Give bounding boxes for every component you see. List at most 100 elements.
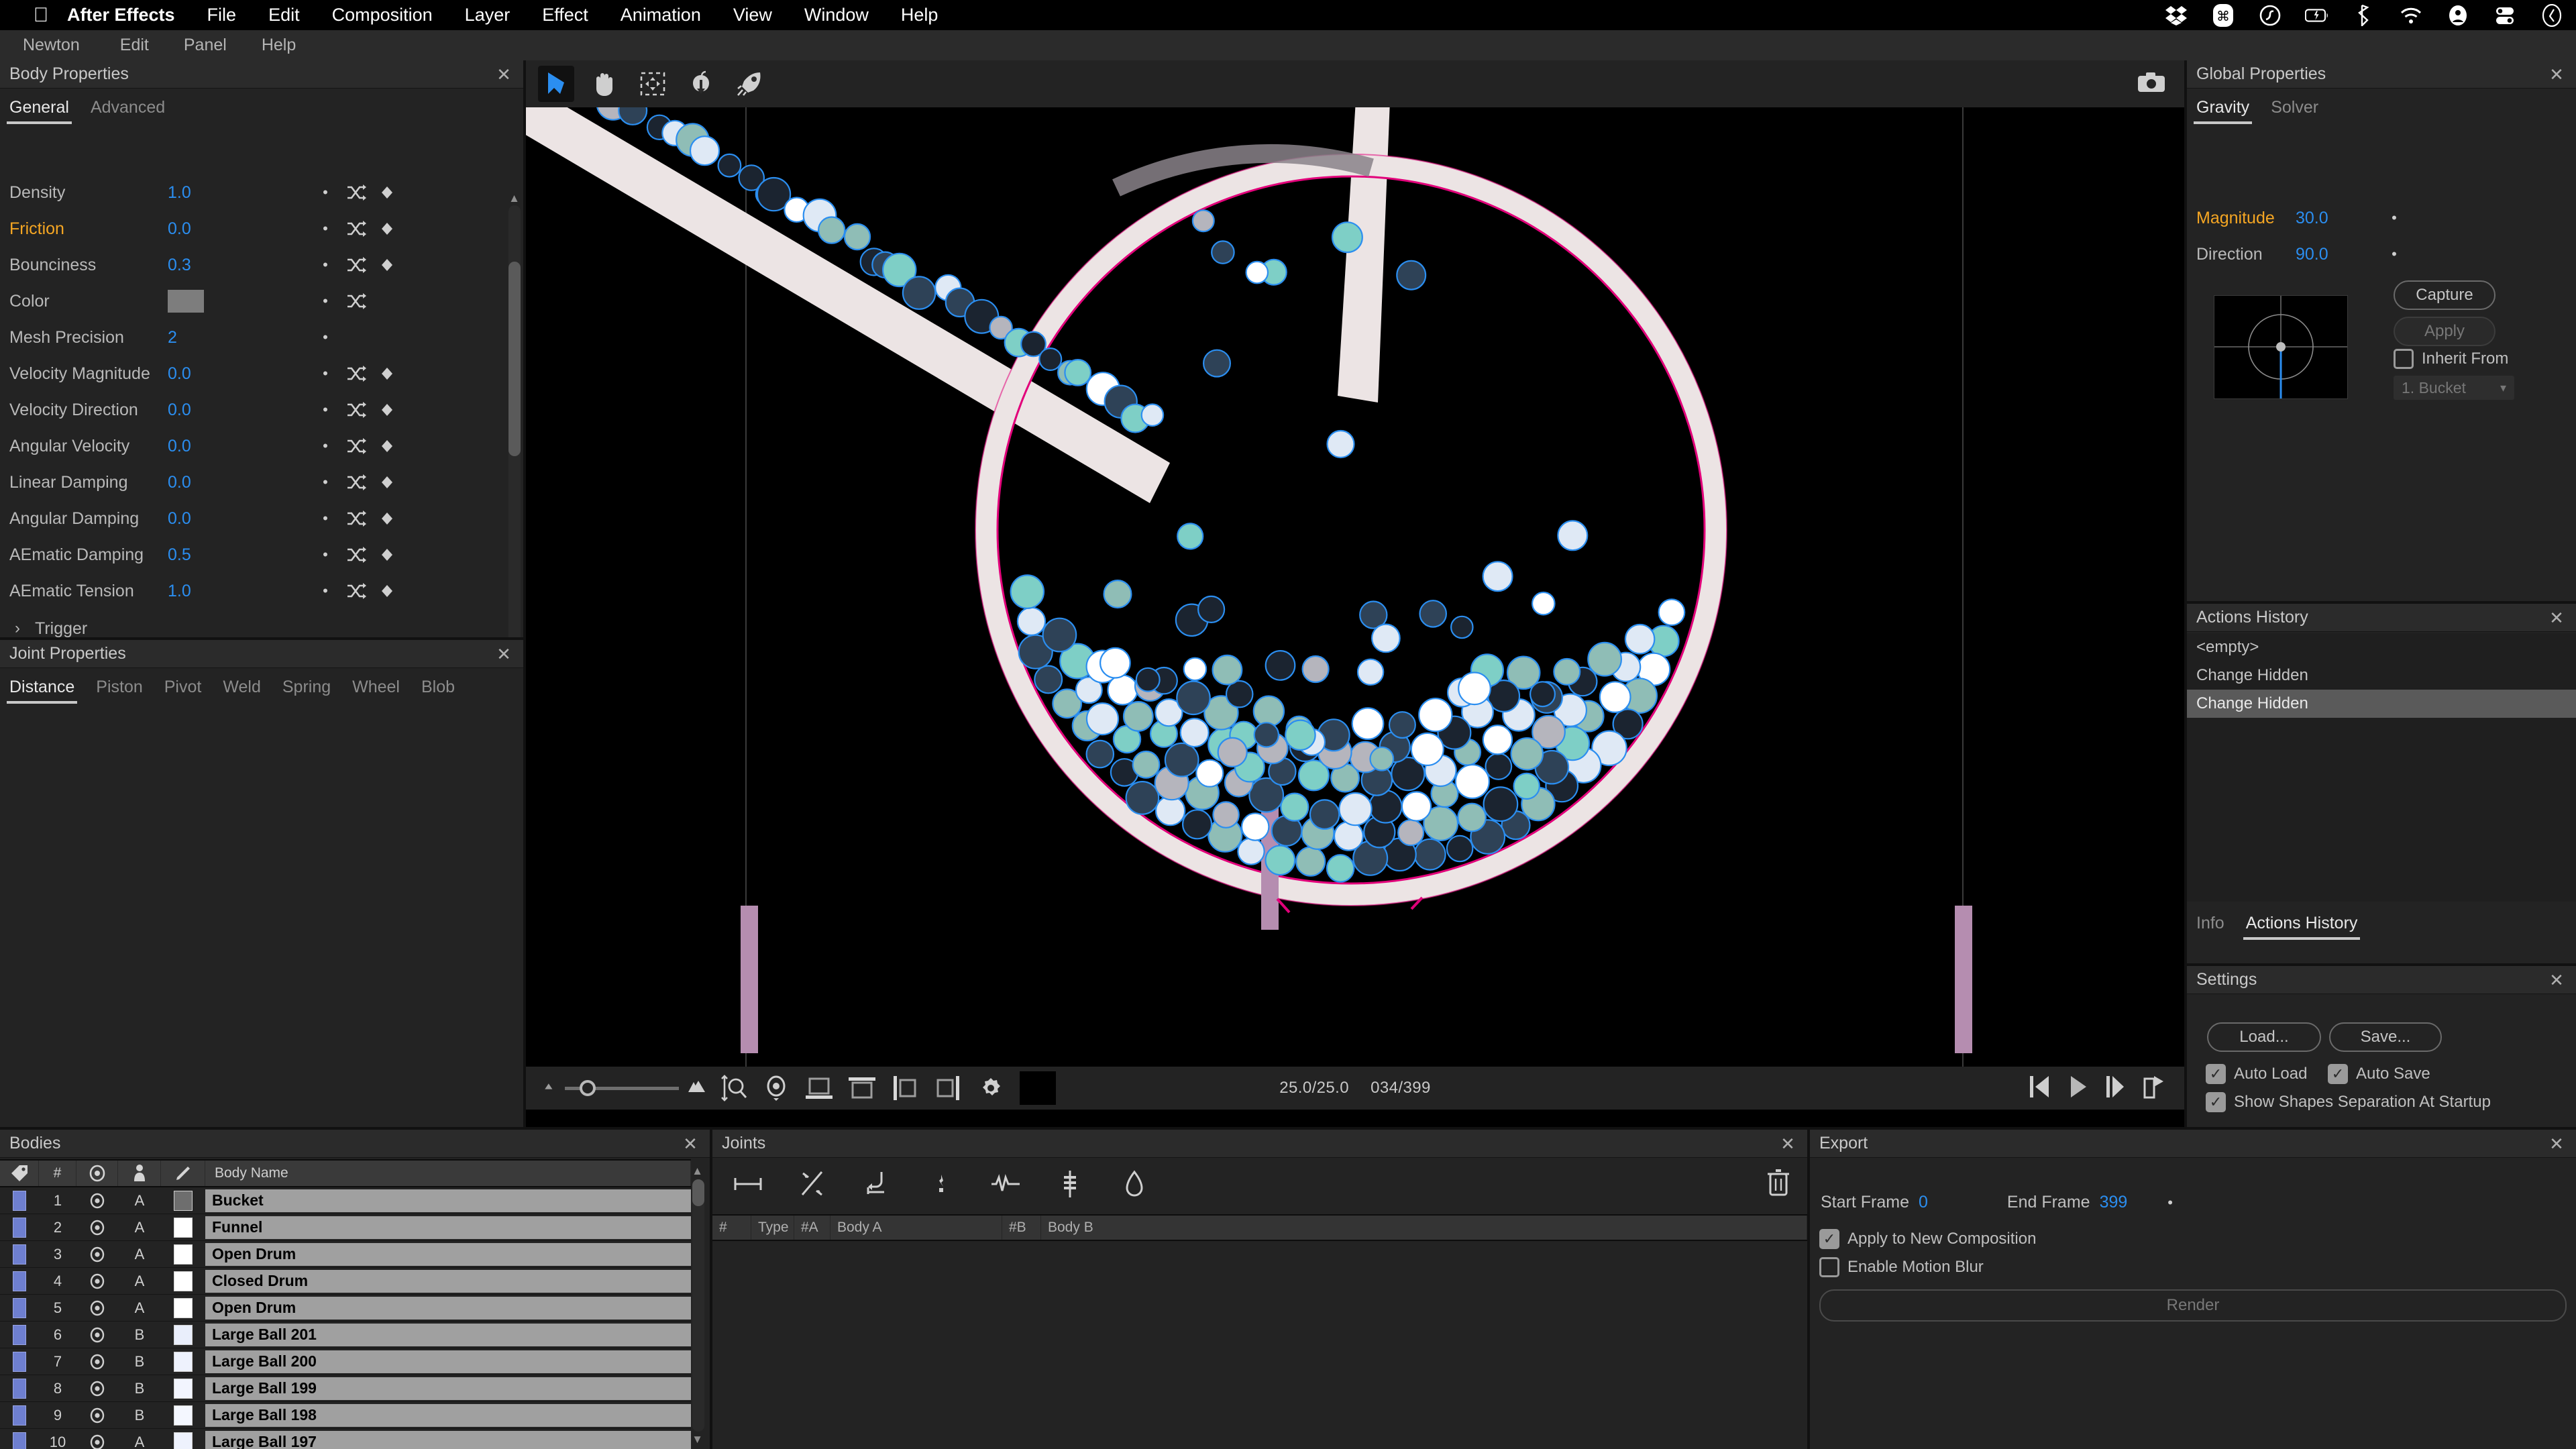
row-color-swatch[interactable] (161, 1295, 205, 1321)
camera-icon[interactable] (2137, 72, 2165, 97)
settings-gear-icon[interactable] (974, 1071, 1008, 1105)
expression-dot-icon[interactable]: • (2379, 209, 2410, 227)
simulated-ball[interactable] (1242, 813, 1269, 840)
simulated-ball[interactable] (1484, 787, 1518, 821)
keyframe-diamond-icon[interactable] (372, 222, 402, 235)
simulated-ball[interactable] (1514, 773, 1540, 799)
creative-cloud-icon[interactable] (2258, 3, 2282, 28)
simulation-viewport[interactable] (526, 107, 2184, 1067)
table-row[interactable]: 5AOpen Drum (0, 1295, 691, 1322)
row-body-type[interactable]: A (118, 1268, 161, 1294)
expression-dot-icon[interactable]: • (2379, 246, 2410, 263)
direction-value[interactable]: 90.0 (2296, 245, 2379, 264)
simulated-ball[interactable] (1483, 561, 1513, 591)
row-visibility-toggle[interactable] (76, 1429, 118, 1449)
simulated-ball[interactable] (1327, 855, 1354, 881)
command-key-icon[interactable]: ⌘ (2211, 3, 2235, 28)
simulated-ball[interactable] (845, 224, 870, 250)
row-body-name[interactable]: Funnel (205, 1216, 691, 1239)
zoom-out-icon[interactable] (542, 1081, 557, 1096)
table-row[interactable]: 10ALarge Ball 197 (0, 1429, 691, 1449)
keyframe-diamond-icon[interactable] (372, 403, 402, 417)
property-value[interactable]: 0.0 (168, 509, 310, 529)
row-visibility-toggle[interactable] (76, 1402, 118, 1428)
tab-pivot[interactable]: Pivot (164, 678, 202, 704)
simulated-ball[interactable] (1532, 592, 1554, 614)
auto-load-checkbox[interactable]: ✓ (2206, 1064, 2226, 1084)
distance-joint-icon[interactable] (730, 1166, 766, 1202)
inherit-from-select[interactable]: 1. Bucket ▾ (2394, 376, 2514, 400)
simulated-ball[interactable] (1397, 261, 1426, 290)
column-body-a-number[interactable]: #A (794, 1216, 830, 1240)
randomize-icon[interactable] (341, 474, 372, 491)
load-settings-button[interactable]: Load... (2207, 1022, 2321, 1052)
newton-menu-panel[interactable]: Panel (166, 36, 244, 55)
row-body-type[interactable]: B (118, 1375, 161, 1401)
tab-weld[interactable]: Weld (223, 678, 261, 704)
property-value[interactable]: 0.0 (168, 437, 310, 456)
bluetooth-icon[interactable] (2352, 3, 2376, 28)
simulated-ball[interactable] (1420, 600, 1446, 627)
property-value[interactable]: 0.0 (168, 219, 310, 239)
row-color-swatch[interactable] (161, 1402, 205, 1428)
show-floor-icon[interactable] (802, 1071, 836, 1105)
simulated-ball[interactable] (1133, 751, 1160, 778)
randomize-icon[interactable] (341, 510, 372, 527)
close-icon[interactable]: ✕ (1780, 1135, 1795, 1152)
row-body-type[interactable]: A (118, 1187, 161, 1214)
simulated-ball[interactable] (1196, 760, 1223, 787)
row-visibility-toggle[interactable] (76, 1322, 118, 1348)
end-frame-value[interactable]: 399 (2100, 1193, 2128, 1212)
tab-info[interactable]: Info (2196, 914, 2224, 940)
simulated-ball[interactable] (1371, 747, 1394, 771)
property-value[interactable]: 1.0 (168, 582, 310, 601)
go-to-start-icon[interactable] (2029, 1075, 2051, 1102)
simulated-ball[interactable] (1193, 210, 1214, 231)
simulated-ball[interactable] (1334, 822, 1363, 851)
simulated-ball[interactable] (1266, 846, 1295, 875)
simulated-ball[interactable] (1126, 782, 1159, 814)
column-visibility[interactable] (76, 1161, 118, 1186)
simulated-ball[interactable] (1011, 575, 1044, 608)
row-tag-chip[interactable] (0, 1268, 39, 1294)
row-tag-chip[interactable] (0, 1375, 39, 1401)
wifi-icon[interactable] (2399, 3, 2423, 28)
simulated-ball[interactable] (1142, 405, 1163, 426)
list-item[interactable]: <empty> (2187, 633, 2576, 661)
row-visibility-toggle[interactable] (76, 1268, 118, 1294)
column-body-type[interactable] (118, 1161, 161, 1186)
spring-joint-icon[interactable] (987, 1166, 1024, 1202)
newton-menu-edit[interactable]: Edit (103, 36, 166, 55)
newton-menu-help[interactable]: Help (244, 36, 313, 55)
tab-gravity[interactable]: Gravity (2196, 98, 2249, 124)
keyframe-diamond-icon[interactable] (372, 186, 402, 199)
row-body-name[interactable]: Bucket (205, 1189, 691, 1212)
body-properties-scrollbar[interactable] (508, 205, 521, 648)
keyframe-diamond-icon[interactable] (372, 548, 402, 561)
simulated-ball[interactable] (1483, 725, 1512, 754)
tab-spring[interactable]: Spring (282, 678, 331, 704)
simulated-ball[interactable] (1389, 712, 1415, 738)
column-body-a[interactable]: Body A (830, 1216, 1002, 1240)
expression-dot-icon[interactable]: • (2167, 1194, 2173, 1212)
simulated-ball[interactable] (1310, 800, 1339, 828)
simulated-ball[interactable] (1281, 794, 1308, 821)
simulated-ball[interactable] (1034, 666, 1062, 694)
column-number[interactable]: # (39, 1161, 76, 1186)
simulated-ball[interactable] (1238, 839, 1264, 865)
tab-actions-history[interactable]: Actions History (2246, 914, 2358, 940)
simulated-ball[interactable] (1213, 655, 1242, 685)
menu-view[interactable]: View (733, 5, 772, 25)
property-value[interactable]: 2 (168, 328, 310, 347)
tab-piston[interactable]: Piston (96, 678, 142, 704)
expression-dot-icon[interactable]: • (310, 582, 341, 600)
column-body-name[interactable]: Body Name (205, 1161, 691, 1186)
row-tag-chip[interactable] (0, 1402, 39, 1428)
row-body-type[interactable]: B (118, 1402, 161, 1428)
table-row[interactable]: 6BLarge Ball 201 (0, 1322, 691, 1348)
marquee-select-tool[interactable] (635, 66, 671, 102)
simulated-ball[interactable] (1402, 792, 1431, 820)
simulated-ball[interactable] (1486, 753, 1512, 780)
expression-dot-icon[interactable]: • (310, 401, 341, 419)
expression-dot-icon[interactable]: • (310, 365, 341, 382)
